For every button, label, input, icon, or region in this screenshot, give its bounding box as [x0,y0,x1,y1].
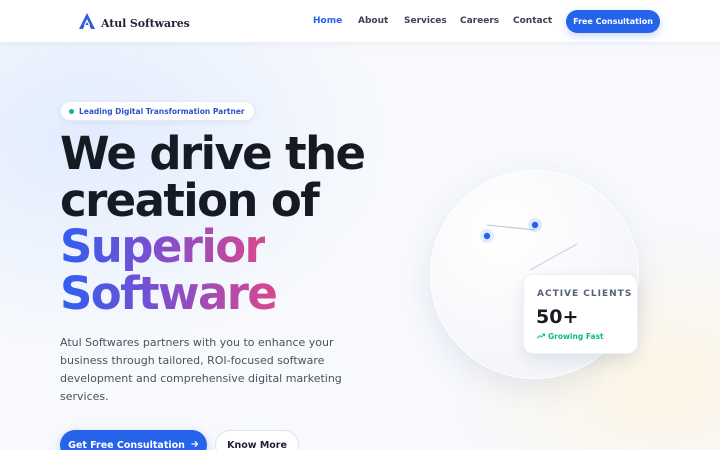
status-dot-icon [69,108,74,114]
free-consultation-button[interactable]: Free Consultation [566,10,660,33]
arrow-right-icon [191,440,199,450]
stat-trend-text: Growing Fast [548,332,604,341]
headline-line-1: We drive the [60,127,366,180]
headline-highlight-2: Software [60,266,278,320]
trend-up-icon [537,332,545,341]
hero-badge: Leading Digital Transformation Partner [60,101,255,121]
nav-careers[interactable]: Careers [460,16,499,26]
hero-headline: We drive the creation of Superior Softwa… [60,127,366,320]
get-free-consultation-button[interactable]: Get Free Consultation [60,430,207,450]
brand-name: Atul Softwares [101,16,190,30]
network-node-2 [531,221,539,229]
nav-services[interactable]: Services [404,16,447,26]
stat-label: ACTIVE CLIENTS [537,289,633,299]
stat-value: 50+ [536,306,579,328]
know-more-button[interactable]: Know More [215,430,299,450]
primary-button-label: Get Free Consultation [68,439,185,450]
logo-icon [77,11,97,35]
headline-highlight-1: Superior [60,220,267,273]
nav-home[interactable]: Home [313,16,342,26]
hero-description: Atul Softwares partners with you to enha… [60,336,342,403]
active-clients-card: ACTIVE CLIENTS 50+ Growing Fast [523,274,638,354]
badge-text: Leading Digital Transformation Partner [79,106,245,116]
network-node-1 [483,232,491,240]
site-header: Atul Softwares Home About Services Caree… [0,0,720,43]
nav-about[interactable]: About [358,16,388,26]
headline-line-2: creation of [60,173,320,227]
nav-contact[interactable]: Contact [513,16,552,26]
stat-trend: Growing Fast [537,332,604,341]
brand-logo[interactable]: Atul Softwares [77,11,190,35]
